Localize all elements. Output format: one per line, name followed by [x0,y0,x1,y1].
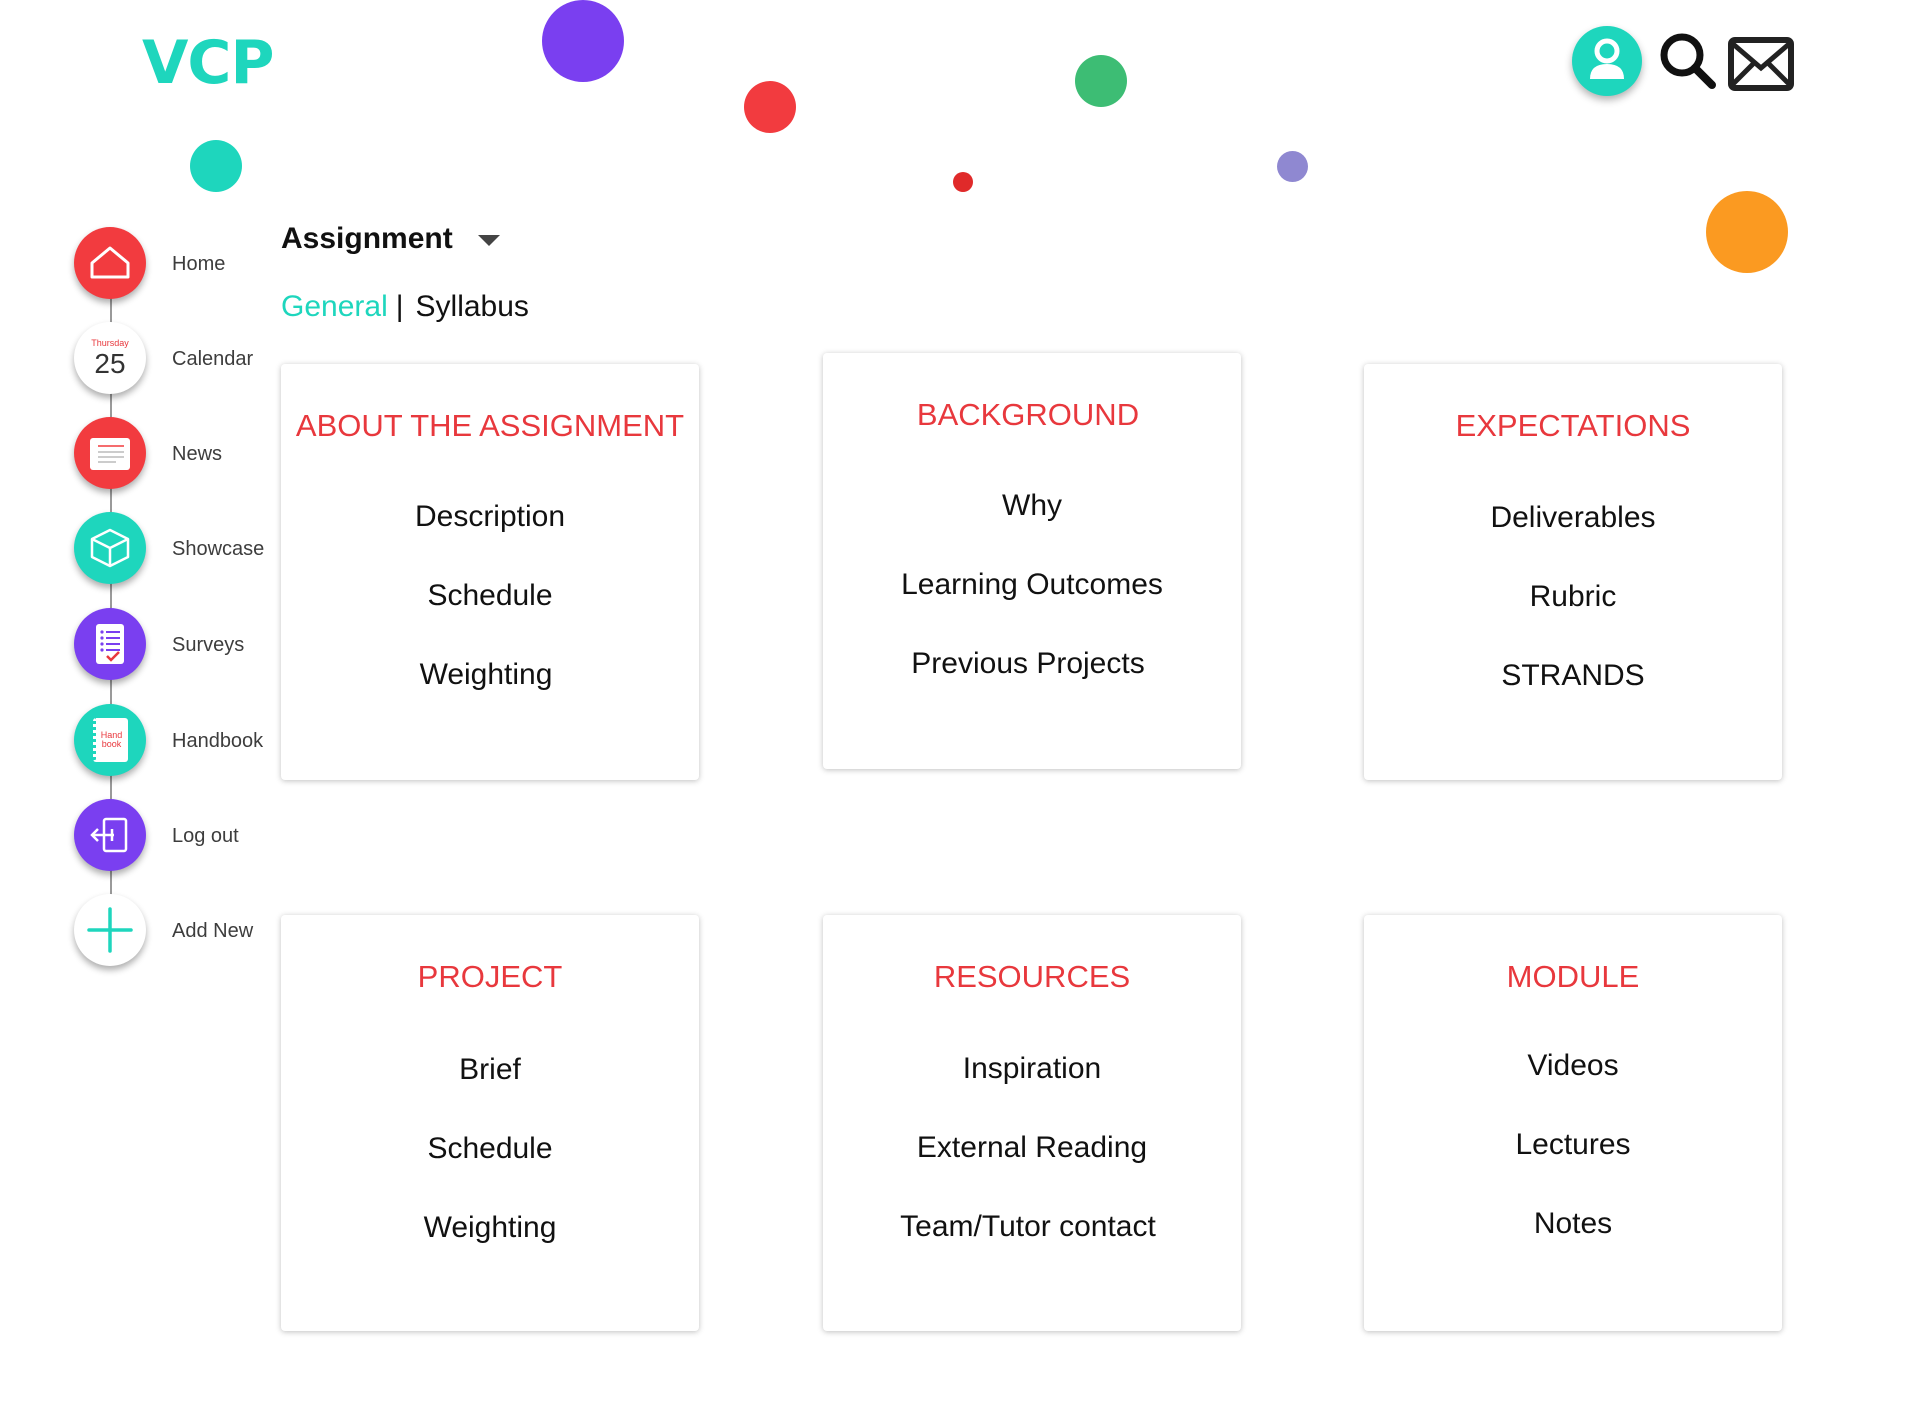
tab-bar: General | Syllabus [281,290,529,324]
card-link-weighting[interactable]: Weighting [281,1211,699,1245]
card-link-strands[interactable]: STRANDS [1364,659,1782,693]
card-background: BACKGROUND Why Learning Outcomes Previou… [823,353,1241,769]
handbook-icon-circle: Hand book [74,704,146,776]
card-title: ABOUT THE ASSIGNMENT [295,408,685,443]
card-link-brief[interactable]: Brief [281,1053,699,1087]
mail-icon [1728,37,1794,91]
app-root: VCP Home Thursday 25 Calendar News Showc… [0,0,1920,1403]
card-link-videos[interactable]: Videos [1364,1049,1782,1083]
calendar-icon-circle: Thursday 25 [74,322,146,394]
card-link-team-tutor-contact[interactable]: Team/Tutor contact [819,1210,1237,1244]
sidebar-item-surveys[interactable]: Surveys [74,608,284,688]
card-title: PROJECT [417,959,563,994]
profile-button[interactable] [1572,26,1642,96]
news-icon [90,438,130,470]
card-link-inspiration[interactable]: Inspiration [823,1052,1241,1086]
card-link-schedule[interactable]: Schedule [281,1132,699,1166]
sidebar-item-logout[interactable]: Log out [74,799,284,879]
decorative-dot-teal [190,140,242,192]
card-link-lectures[interactable]: Lectures [1364,1128,1782,1162]
decorative-dot-small-red [953,172,973,192]
user-icon [1590,38,1624,79]
app-logo[interactable]: VCP [142,28,274,98]
card-title: EXPECTATIONS [1455,408,1691,443]
card-project: PROJECT Brief Schedule Weighting [281,915,699,1331]
card-link-weighting[interactable]: Weighting [277,658,695,692]
home-icon [90,246,130,279]
sidebar-item-calendar[interactable]: Thursday 25 Calendar [74,322,284,402]
survey-icon-circle [74,608,146,680]
card-link-notes[interactable]: Notes [1364,1207,1782,1241]
decorative-dot-orange [1706,191,1788,273]
plus-icon [87,907,133,953]
sidebar-item-label: Calendar [172,348,254,370]
tab-syllabus[interactable]: Syllabus [416,290,529,323]
sidebar-item-showcase[interactable]: Showcase [74,512,284,592]
cube-icon [90,528,130,568]
sidebar-item-label: Handbook [172,730,264,752]
page-title: Assignment [281,222,453,255]
logout-icon [90,817,128,853]
sidebar-item-home[interactable]: Home [74,227,284,307]
calendar-day-name: Thursday [91,337,129,348]
card-link-why[interactable]: Why [823,489,1241,523]
decorative-dot-red [744,81,796,133]
search-icon [1660,33,1716,89]
card-link-schedule[interactable]: Schedule [281,579,699,613]
card-link-learning-outcomes[interactable]: Learning Outcomes [823,568,1241,602]
card-link-deliverables[interactable]: Deliverables [1364,501,1782,535]
home-icon-circle [74,227,146,299]
sidebar-item-label: Home [172,253,226,275]
decorative-dot-green [1075,55,1127,107]
sidebar-item-label: Add New [172,920,254,942]
search-button[interactable] [1657,30,1719,92]
sidebar-item-label: News [172,443,223,465]
logout-icon-circle [74,799,146,871]
sidebar-item-news[interactable]: News [74,417,284,497]
card-link-previous-projects[interactable]: Previous Projects [819,647,1237,681]
handbook-icon: Hand book [92,718,128,762]
handbook-icon-text-2: book [101,739,122,749]
decorative-dot-purple [542,0,624,82]
card-link-description[interactable]: Description [281,500,699,534]
decorative-dot-lavender [1277,151,1308,182]
cube-icon-circle [74,512,146,584]
sidebar-item-label: Surveys [172,634,245,656]
card-title: RESOURCES [933,959,1131,994]
card-module: MODULE Videos Lectures Notes [1364,915,1782,1331]
card-title: MODULE [1506,959,1640,994]
card-expectations: EXPECTATIONS Deliverables Rubric STRANDS [1364,364,1782,780]
sidebar-item-label: Log out [172,825,239,847]
chevron-down-icon[interactable] [478,235,500,246]
card-link-external-reading[interactable]: External Reading [823,1131,1241,1165]
card-resources: RESOURCES Inspiration External Reading T… [823,915,1241,1331]
calendar-icon: Thursday 25 [91,337,129,379]
mail-button[interactable] [1727,36,1795,92]
card-title: BACKGROUND [916,397,1140,432]
plus-icon-circle [74,894,146,966]
news-icon-circle [74,417,146,489]
tab-separator: | [395,290,404,323]
sidebar-item-handbook[interactable]: Hand book Handbook [74,704,284,784]
tab-general[interactable]: General [281,290,388,323]
sidebar-item-label: Showcase [172,538,265,560]
card-about-the-assignment: ABOUT THE ASSIGNMENT Description Schedul… [281,364,699,780]
sidebar-item-add-new[interactable]: Add New [74,894,284,974]
calendar-day-number: 25 [94,347,126,379]
card-link-rubric[interactable]: Rubric [1364,580,1782,614]
survey-icon [96,624,124,664]
